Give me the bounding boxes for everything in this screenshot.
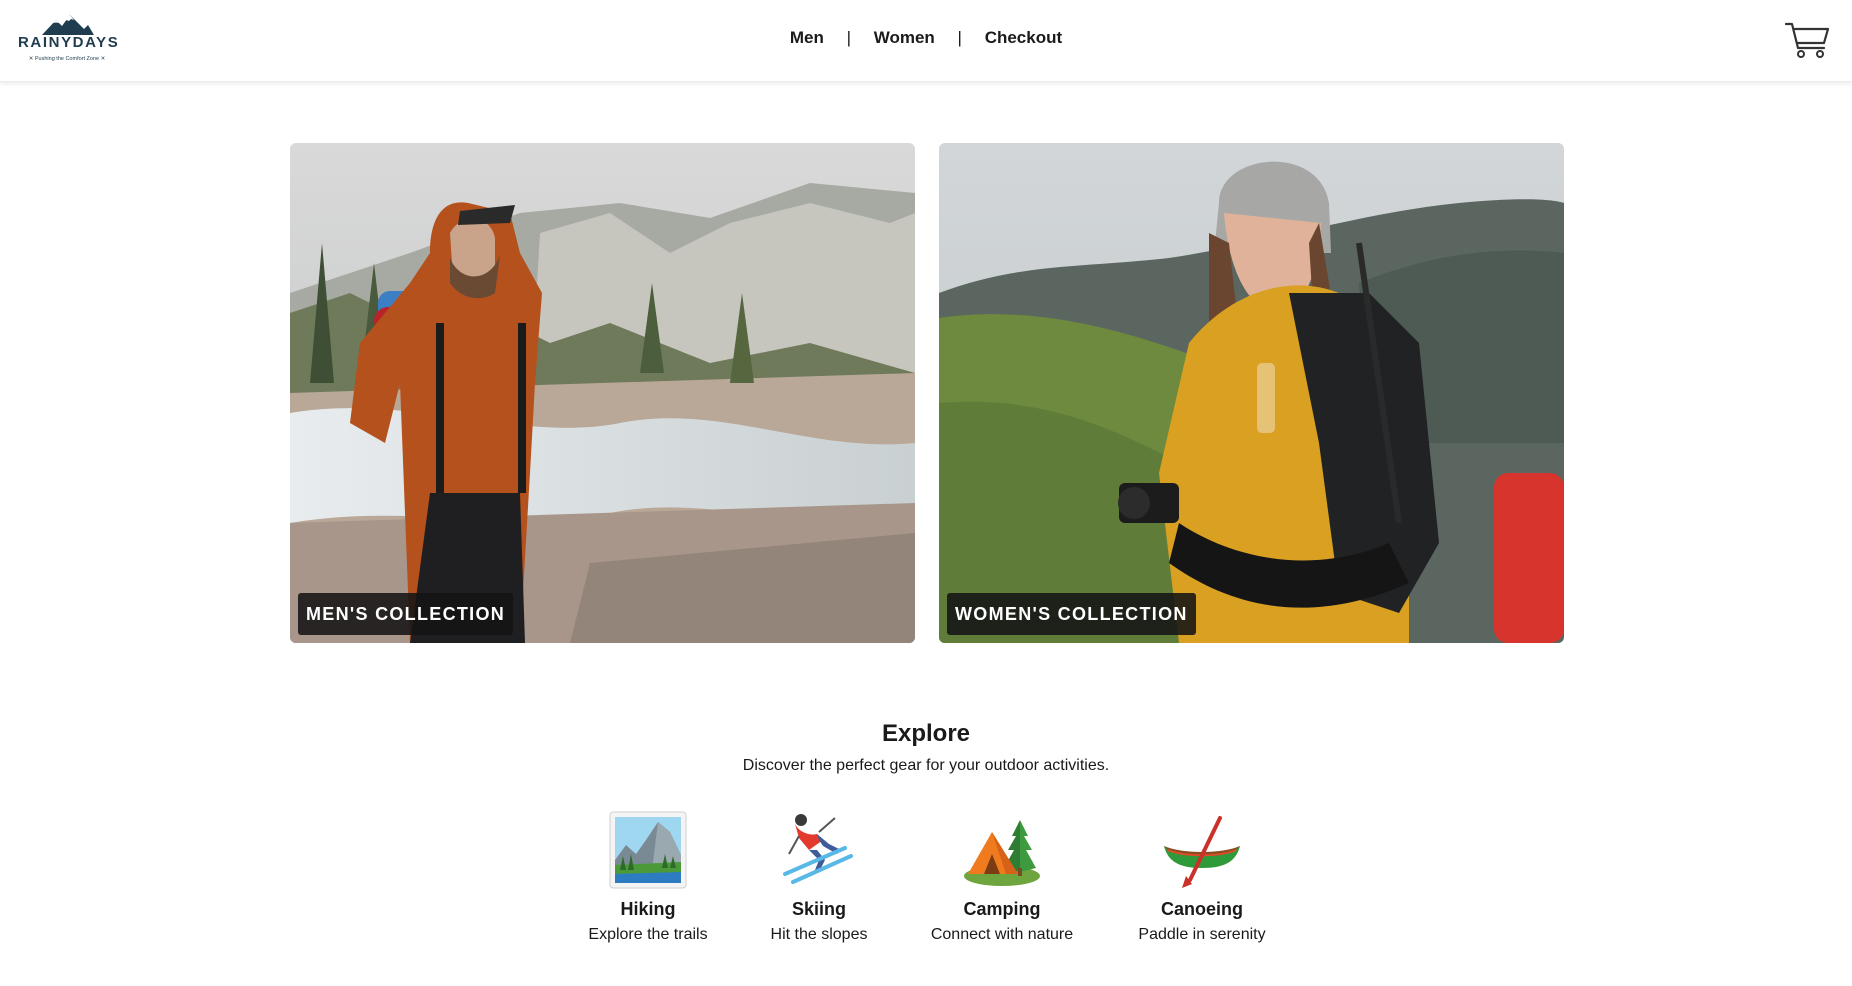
activity-description: Paddle in serenity <box>1138 926 1266 943</box>
national-park-icon <box>609 811 687 889</box>
explore-subtitle: Discover the perfect gear for your outdo… <box>742 757 1110 774</box>
womens-collection-label: WOMEN'S COLLECTION <box>947 593 1196 635</box>
activity-camping[interactable]: Camping Connect with nature <box>922 810 1082 944</box>
nav-separator: | <box>957 28 962 47</box>
main-nav: Men | Women | Checkout <box>0 28 1852 48</box>
activity-name: Skiing <box>791 899 846 919</box>
mens-collection-card[interactable]: MEN'S COLLECTION <box>290 143 915 643</box>
mens-collection-label: MEN'S COLLECTION <box>298 593 514 635</box>
activity-canoeing[interactable]: Canoeing Paddle in serenity <box>1122 810 1282 944</box>
skier-icon <box>783 814 853 884</box>
activity-description: Explore the trails <box>588 926 708 943</box>
activity-description: Connect with nature <box>930 926 1074 943</box>
logo-tagline: ✕ Pushing the Comfort Zone ✕ <box>28 56 106 62</box>
mens-collection-photo <box>290 143 915 643</box>
explore-title: Explore <box>881 720 971 747</box>
site-header: RAINYDAYS ✕ Pushing the Comfort Zone ✕ M… <box>0 0 1852 82</box>
activity-name: Canoeing <box>1160 899 1243 919</box>
activity-description: Hit the slopes <box>770 926 868 943</box>
nav-link-checkout[interactable]: Checkout <box>983 28 1064 48</box>
nav-separator: | <box>846 28 851 47</box>
activity-skiing[interactable]: Skiing Hit the slopes <box>739 810 899 944</box>
activity-name: Hiking <box>620 899 676 919</box>
canoe-icon <box>1164 816 1240 888</box>
tent-icon <box>964 820 1040 886</box>
nav-link-men[interactable]: Men <box>788 28 826 48</box>
womens-collection-photo <box>939 143 1564 643</box>
activity-name: Camping <box>963 899 1041 919</box>
nav-link-women[interactable]: Women <box>872 28 937 48</box>
shopping-cart-icon[interactable] <box>1784 20 1832 60</box>
activity-hiking[interactable]: Hiking Explore the trails <box>568 810 728 944</box>
womens-collection-card[interactable]: WOMEN'S COLLECTION <box>939 143 1564 643</box>
